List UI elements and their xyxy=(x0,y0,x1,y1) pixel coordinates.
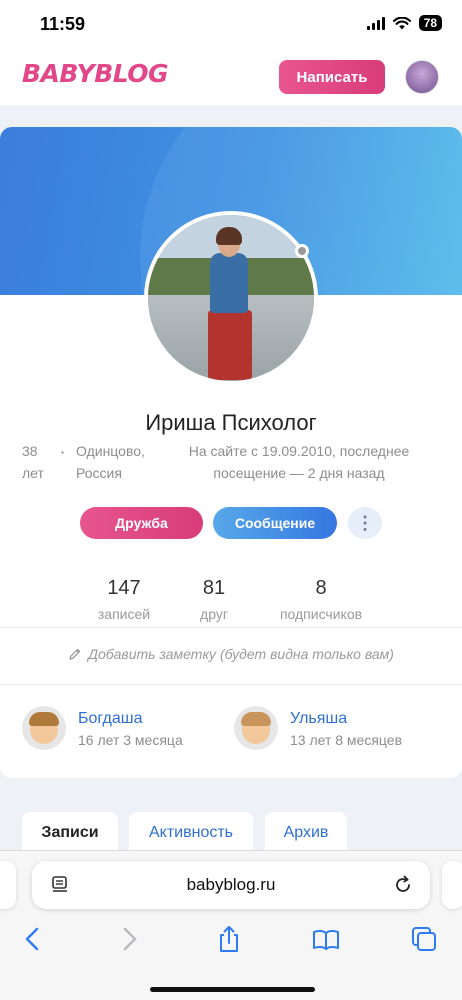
add-note-link[interactable]: Добавить заметку (будет видна только вам… xyxy=(0,646,462,662)
tab-posts[interactable]: Записи xyxy=(22,812,118,854)
divider xyxy=(0,627,462,628)
battery-indicator: 78 xyxy=(418,15,442,31)
status-icons: 78 xyxy=(366,15,442,31)
share-icon[interactable] xyxy=(214,924,244,954)
stat-subscribers-label: подписчиков xyxy=(279,606,363,622)
avatar-photo-hair xyxy=(216,227,242,245)
more-vertical-icon: ⋮ xyxy=(356,513,374,533)
stat-friends[interactable]: 81 друг xyxy=(190,577,238,622)
stat-posts-value: 147 xyxy=(107,577,141,599)
previous-tab-peek[interactable] xyxy=(0,861,16,909)
profile-actions: Дружба Сообщение ⋮ xyxy=(0,507,462,539)
stat-friends-label: друг xyxy=(200,606,228,622)
profile-since: На сайте с 19.09.2010, последнее посещен… xyxy=(188,443,410,481)
stat-subscribers-value: 8 xyxy=(315,577,327,599)
child-age: 16 лет 3 месяца xyxy=(78,732,183,748)
pencil-icon xyxy=(69,648,81,660)
stat-posts-label: записей xyxy=(97,606,151,622)
status-time: 11:59 xyxy=(40,14,86,34)
browser-toolbar: babyblog.ru xyxy=(0,850,462,1000)
online-status-dot xyxy=(295,244,309,258)
reload-icon[interactable] xyxy=(392,874,414,896)
stat-friends-value: 81 xyxy=(202,577,226,599)
avatar-photo-jacket xyxy=(210,253,248,313)
child-avatar-girl xyxy=(234,706,278,750)
write-button[interactable]: Написать xyxy=(279,60,385,94)
status-bar: 11:59 78 xyxy=(0,0,462,50)
profile-card: Ириша Психолог 38 лет Одинцово, Россия Н… xyxy=(0,127,462,778)
user-avatar[interactable] xyxy=(405,60,439,94)
child-name[interactable]: Ульяша xyxy=(290,710,347,728)
child-item[interactable]: Ульяша 13 лет 8 месяцев xyxy=(234,706,434,752)
child-age: 13 лет 8 месяцев xyxy=(290,732,403,748)
tab-archive[interactable]: Архив xyxy=(265,812,347,854)
kid-hair xyxy=(29,712,59,726)
meta-separator-dot xyxy=(61,451,64,454)
babyblog-logo[interactable]: BABYBLOG xyxy=(22,59,169,88)
child-name[interactable]: Богдаша xyxy=(78,710,142,728)
stat-posts[interactable]: 147 записей xyxy=(93,577,155,622)
child-avatar-boy xyxy=(22,706,66,750)
back-icon[interactable] xyxy=(18,924,48,954)
friendship-button[interactable]: Дружба xyxy=(80,507,203,539)
signal-icon xyxy=(366,16,385,30)
add-note-label: Добавить заметку (будет видна только вам… xyxy=(88,646,394,662)
profile-name: Ириша Психолог xyxy=(145,410,317,435)
address-bar[interactable]: babyblog.ru xyxy=(32,861,430,909)
more-options-button[interactable]: ⋮ xyxy=(348,507,382,539)
divider xyxy=(0,684,462,685)
child-item[interactable]: Богдаша 16 лет 3 месяца xyxy=(22,706,212,752)
stat-subscribers[interactable]: 8 подписчиков xyxy=(272,577,370,622)
forward-icon[interactable] xyxy=(114,924,144,954)
profile-city: Одинцово, Россия xyxy=(76,443,145,481)
profile-avatar[interactable] xyxy=(144,211,318,385)
wifi-icon xyxy=(392,16,411,29)
bookmarks-icon[interactable] xyxy=(311,924,341,954)
next-tab-peek[interactable] xyxy=(442,861,462,909)
home-indicator xyxy=(150,987,315,992)
profile-age: 38 лет xyxy=(22,443,44,481)
avatar-photo-skirt xyxy=(208,310,252,380)
message-button[interactable]: Сообщение xyxy=(213,507,337,539)
app-header: BABYBLOG Написать xyxy=(0,50,462,105)
kid-hair xyxy=(241,712,271,726)
tabs-icon[interactable] xyxy=(409,924,439,954)
url-text: babyblog.ru xyxy=(186,875,276,894)
tab-activity[interactable]: Активность xyxy=(129,812,253,854)
